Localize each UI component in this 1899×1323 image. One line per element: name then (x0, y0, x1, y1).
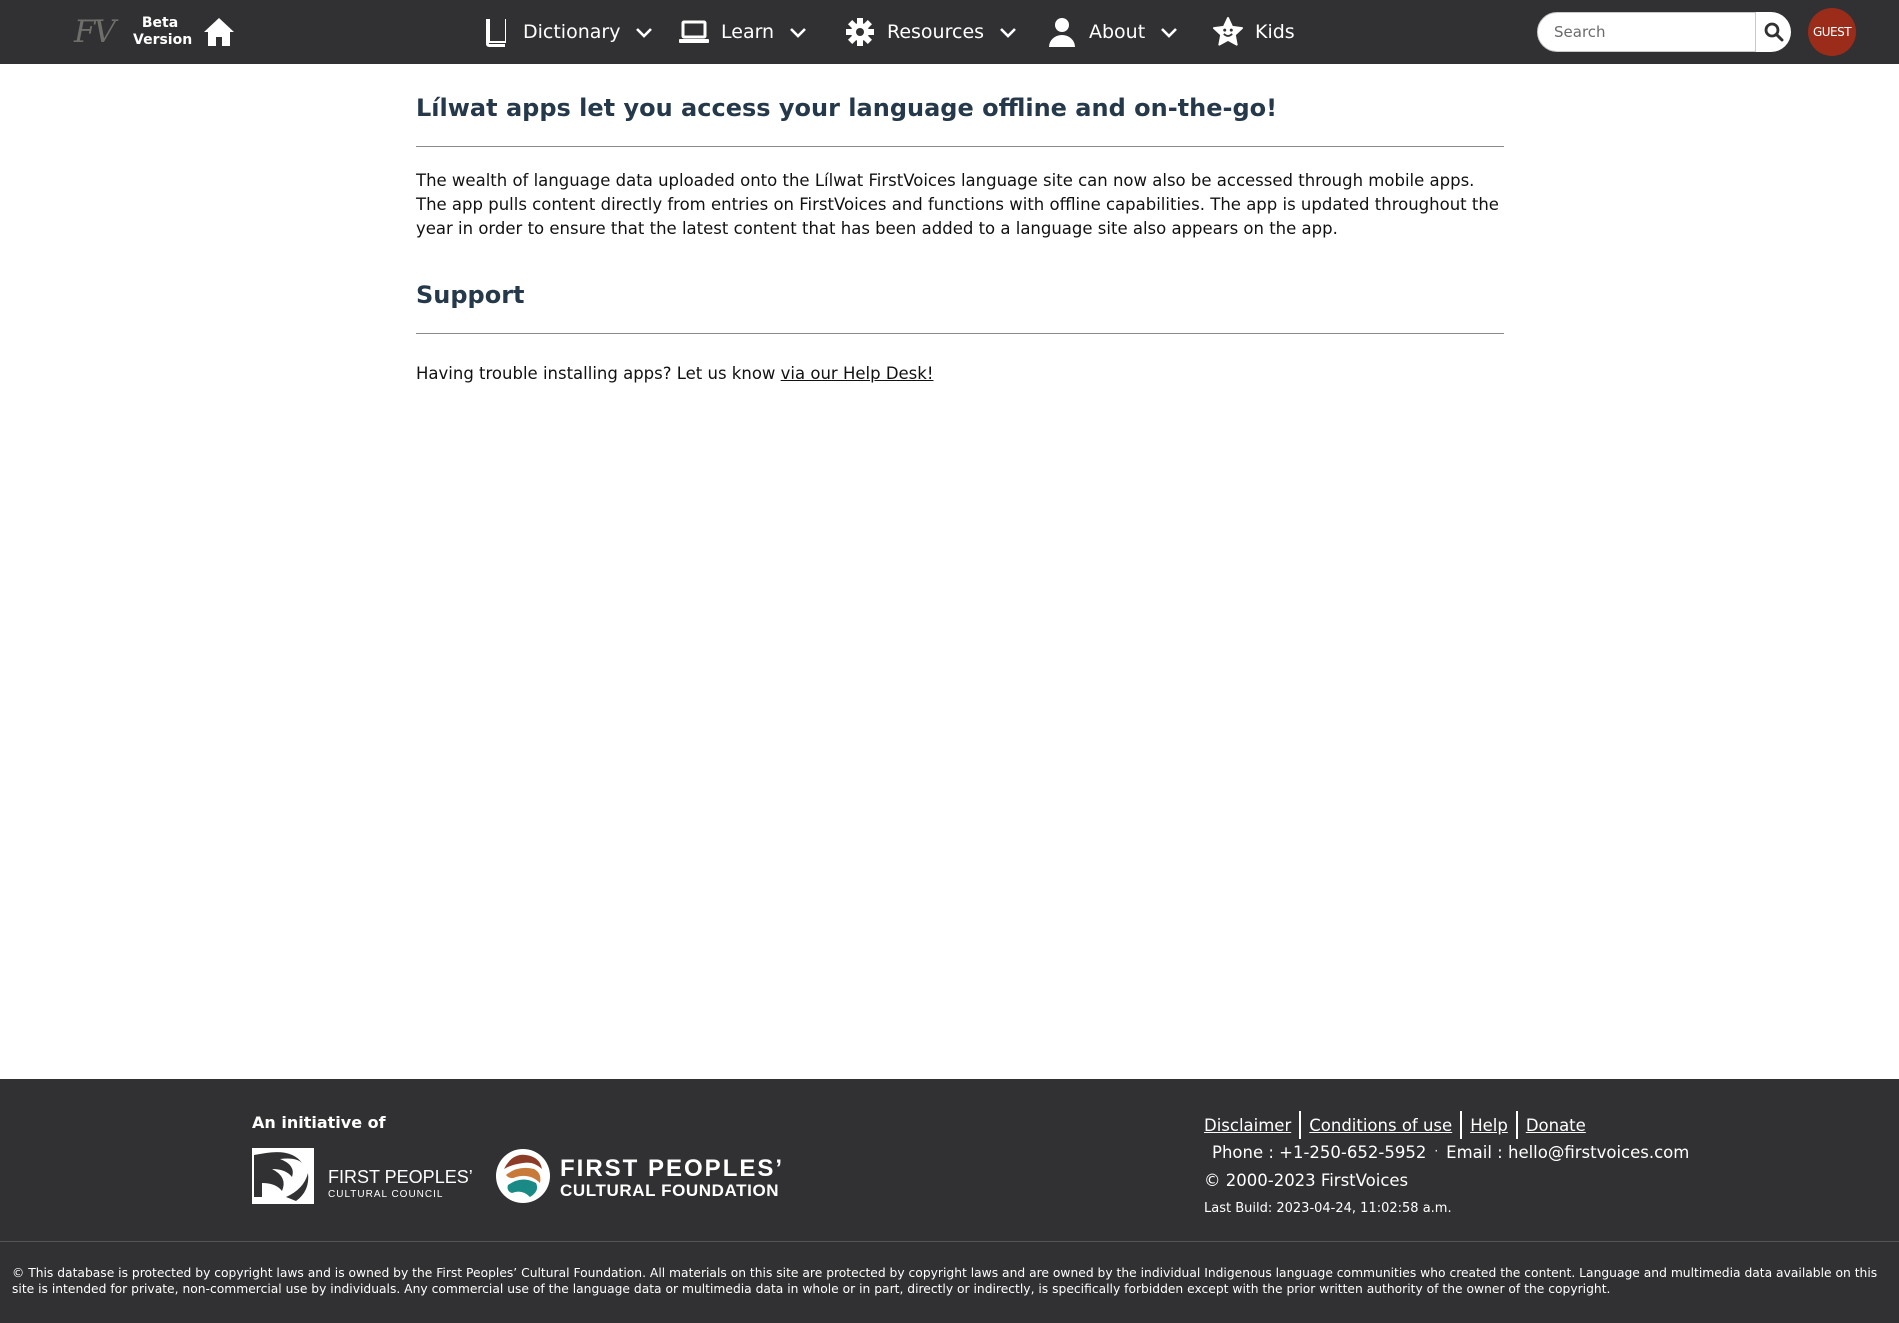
phone-text: Phone : +1-250-652-5952 (1212, 1143, 1427, 1162)
nav-resources[interactable]: Resources (845, 0, 1018, 64)
firstvoices-logo[interactable]: FV (74, 12, 118, 52)
laptop-icon (679, 17, 709, 47)
person-icon (1047, 17, 1077, 47)
fpcf-line1: FIRST PEOPLES’ (560, 1155, 784, 1182)
link-divider (1515, 1111, 1518, 1139)
legal-notice: © This database is protected by copyrigh… (12, 1266, 1878, 1296)
gear-icon (845, 17, 875, 47)
fpcf-logo[interactable]: FIRST PEOPLES’ CULTURAL FOUNDATION (496, 1147, 791, 1205)
support-paragraph: Having trouble installing apps? Let us k… (416, 362, 1504, 386)
user-avatar-button[interactable]: GUEST (1808, 8, 1856, 56)
book-icon (481, 17, 511, 47)
email-text[interactable]: Email : hello@firstvoices.com (1446, 1143, 1689, 1162)
conditions-of-use-link[interactable]: Conditions of use (1309, 1116, 1452, 1135)
beta-label-line2: Version (133, 32, 193, 48)
link-divider (1460, 1111, 1463, 1139)
nav-about[interactable]: About (1047, 0, 1179, 64)
footer-divider (0, 1241, 1899, 1242)
footer: An initiative of FIRST PEOPLES’ CULTURAL… (0, 1079, 1899, 1323)
fpcc-line2: CULTURAL COUNCIL (328, 1189, 443, 1200)
nav-resources-label: Resources (887, 21, 985, 43)
chevron-down-icon (636, 28, 653, 38)
support-text: Having trouble installing apps? Let us k… (416, 364, 781, 383)
donate-link[interactable]: Donate (1526, 1116, 1586, 1135)
disclaimer-link[interactable]: Disclaimer (1204, 1116, 1291, 1135)
contact-info: Phone : +1-250-652-5952 · Email : hello@fi… (1212, 1143, 1689, 1162)
chevron-down-icon (790, 28, 807, 38)
nav-learn-label: Learn (721, 21, 775, 43)
search-input[interactable] (1537, 12, 1756, 52)
fpcf-line2: CULTURAL FOUNDATION (560, 1181, 779, 1200)
chevron-down-icon (1161, 28, 1178, 38)
nav-kids[interactable]: Kids (1213, 0, 1295, 64)
support-heading: Support (416, 281, 525, 309)
help-link[interactable]: Help (1470, 1116, 1508, 1135)
link-divider (1299, 1111, 1302, 1139)
support-divider (416, 333, 1504, 334)
nav-about-label: About (1089, 21, 1146, 43)
intro-paragraph: The wealth of language data uploaded ont… (416, 171, 1499, 238)
nav-dictionary-label: Dictionary (523, 21, 621, 43)
copyright-text: © 2000-2023 FirstVoices (1204, 1171, 1409, 1190)
search-button[interactable] (1755, 12, 1791, 52)
beta-version-label: Beta Version (133, 15, 193, 49)
footer-links: Disclaimer Conditions of use Help Donate (1204, 1111, 1586, 1139)
page-title: Lílwat apps let you access your language… (416, 94, 1278, 122)
fpcc-logo[interactable]: FIRST PEOPLES’ CULTURAL COUNCIL (252, 1147, 477, 1205)
beta-label-line1: Beta (141, 15, 179, 31)
main-content: Lílwat apps let you access your language… (416, 64, 1504, 386)
nav-kids-label: Kids (1255, 21, 1295, 43)
search-box (1537, 12, 1759, 52)
home-icon[interactable] (201, 14, 237, 50)
nav-dictionary[interactable]: Dictionary (481, 0, 654, 64)
help-desk-link[interactable]: via our Help Desk! (781, 364, 934, 383)
chevron-down-icon (1000, 28, 1016, 38)
top-nav-bar: FV Beta Version Dictionary Learn Resourc… (0, 0, 1899, 64)
title-divider (416, 146, 1504, 147)
star-face-icon (1213, 17, 1243, 47)
search-icon (1764, 22, 1783, 42)
last-build-text: Last Build: 2023-04-24, 11:02:58 a.m. (1204, 1201, 1452, 1216)
separator-dot: · (1434, 1144, 1439, 1158)
initiative-label: An initiative of (252, 1113, 386, 1132)
fpcc-line1: FIRST PEOPLES’ (328, 1167, 473, 1187)
nav-learn[interactable]: Learn (679, 0, 808, 64)
